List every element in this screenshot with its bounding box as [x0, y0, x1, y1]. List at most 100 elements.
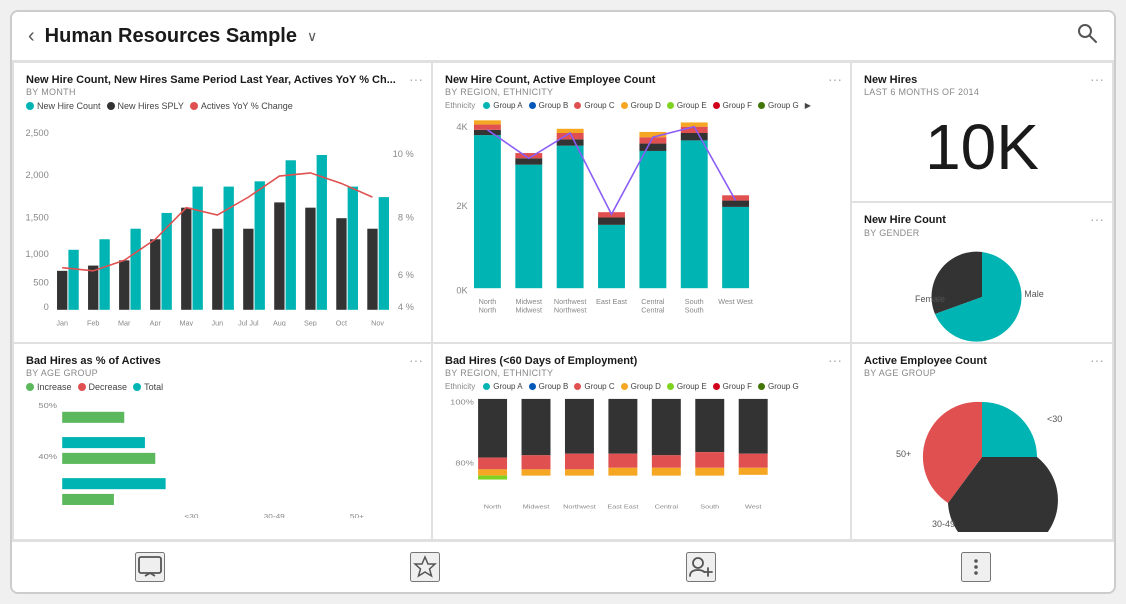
svg-text:East East: East East: [596, 297, 627, 306]
card6-subtitle: BY AGE GROUP: [864, 368, 1100, 378]
svg-text:Oct: Oct: [336, 319, 347, 326]
title-chevron-icon[interactable]: ∨: [307, 28, 317, 45]
legend-groupG: Group G: [758, 101, 799, 110]
legend-dot: [667, 383, 674, 390]
card2-menu[interactable]: ···: [828, 71, 842, 87]
svg-text:Northwest: Northwest: [563, 504, 596, 510]
legend-decrease: Decrease: [78, 382, 128, 392]
svg-text:50+: 50+: [350, 512, 364, 518]
card1-title: New Hire Count, New Hires Same Period La…: [26, 73, 419, 87]
svg-text:<30: <30: [184, 512, 198, 518]
more-button[interactable]: [961, 552, 991, 582]
legend-dot: [621, 102, 628, 109]
svg-text:Mar: Mar: [118, 319, 131, 326]
add-person-icon: [688, 554, 714, 580]
device-frame: ‹ Human Resources Sample ∨ New Hire Coun…: [10, 10, 1116, 594]
search-button[interactable]: [1076, 22, 1098, 50]
card-active-employee: Active Employee Count BY AGE GROUP ··· <…: [852, 344, 1112, 539]
legend-groupD: Group D: [621, 101, 661, 110]
card6-title: Active Employee Count: [864, 354, 1100, 368]
comment-button[interactable]: [135, 552, 165, 582]
legend-groupB: Group B: [529, 101, 569, 110]
legend-item-new-hire-count: New Hire Count: [26, 101, 101, 111]
svg-text:4K: 4K: [456, 121, 468, 132]
svg-text:North: North: [479, 306, 497, 315]
card2-chart: 4K 2K 0K: [445, 114, 838, 315]
card3-title: New Hires: [864, 73, 1100, 87]
legend-groupE: Group E: [667, 101, 707, 110]
legend-dot: [133, 383, 141, 391]
svg-text:6 %: 6 %: [398, 269, 414, 280]
card4-title: Bad Hires as % of Actives: [26, 354, 419, 368]
legend-increase: Increase: [26, 382, 72, 392]
card-gender: New Hire Count BY GENDER ··· Female Male: [852, 203, 1112, 341]
legend-c5-groupD: Group D: [621, 382, 661, 391]
star-button[interactable]: [410, 552, 440, 582]
svg-text:1,000: 1,000: [26, 248, 49, 259]
svg-text:100%: 100%: [450, 398, 475, 406]
header-left: ‹ Human Resources Sample ∨: [28, 25, 317, 48]
legend-dot: [713, 102, 720, 109]
svg-text:Midwest: Midwest: [523, 504, 550, 510]
legend-groupA: Group A: [483, 101, 522, 110]
svg-text:30-49: 30-49: [932, 519, 955, 529]
card-bad-hires-pct: Bad Hires as % of Actives BY AGE GROUP ·…: [14, 344, 431, 539]
card-new-hire-count: New Hire Count, New Hires Same Period La…: [14, 63, 431, 342]
legend-dot: [483, 102, 490, 109]
card2-legend: Ethnicity Group A Group B Group C Group …: [445, 101, 838, 110]
card-gender-title: New Hire Count: [864, 213, 1100, 227]
bottom-bar: [12, 541, 1114, 592]
svg-text:North: North: [484, 504, 502, 510]
add-person-button[interactable]: [686, 552, 716, 582]
legend-item-actives-yoy: Actives YoY % Change: [190, 101, 293, 111]
legend-dot: [758, 383, 765, 390]
legend-dot: [190, 102, 198, 110]
back-button[interactable]: ‹: [28, 25, 35, 48]
legend-dot: [483, 383, 490, 390]
svg-text:Central: Central: [641, 306, 665, 315]
svg-text:Jun: Jun: [211, 319, 223, 326]
legend-dot: [758, 102, 765, 109]
card4-chart: 50% 40% <30 30-49 50+: [26, 396, 419, 518]
legend-c5-groupF: Group F: [713, 382, 752, 391]
svg-text:40%: 40%: [38, 453, 57, 461]
svg-text:2K: 2K: [456, 200, 468, 211]
legend-dot: [26, 102, 34, 110]
card5-title: Bad Hires (<60 Days of Employment): [445, 354, 838, 368]
card6-menu[interactable]: ···: [1090, 352, 1104, 368]
svg-text:80%: 80%: [455, 459, 474, 467]
card1-menu[interactable]: ···: [409, 71, 423, 87]
legend-dot: [529, 383, 536, 390]
card5-chart: 100% 80%: [445, 395, 838, 512]
svg-text:<30: <30: [1047, 414, 1062, 424]
svg-text:2,000: 2,000: [26, 169, 49, 180]
svg-text:Midwest: Midwest: [516, 306, 542, 315]
svg-text:Nov: Nov: [371, 319, 384, 326]
legend-dot: [26, 383, 34, 391]
svg-text:30-49: 30-49: [264, 512, 285, 518]
legend-groupC: Group C: [574, 101, 614, 110]
dashboard: New Hire Count, New Hires Same Period La…: [12, 61, 1114, 541]
search-icon: [1076, 22, 1098, 44]
card5-menu[interactable]: ···: [828, 352, 842, 368]
legend-total: Total: [133, 382, 163, 392]
card-gender-menu[interactable]: ···: [1090, 211, 1104, 227]
legend-item-sply: New Hires SPLY: [107, 101, 184, 111]
card5-legend: Ethnicity Group A Group B Group C Group …: [445, 382, 838, 391]
card4-menu[interactable]: ···: [409, 352, 423, 368]
card2-title: New Hire Count, Active Employee Count: [445, 73, 838, 87]
card3-subtitle: LAST 6 MONTHS OF 2014: [864, 87, 1100, 97]
svg-text:May: May: [179, 319, 193, 326]
svg-text:10 %: 10 %: [393, 148, 414, 159]
legend-dot: [713, 383, 720, 390]
legend-c5-groupC: Group C: [574, 382, 614, 391]
svg-text:Aug: Aug: [273, 319, 286, 326]
card3-menu[interactable]: ···: [1090, 71, 1104, 87]
svg-text:Northwest: Northwest: [554, 306, 587, 315]
svg-text:Apr: Apr: [150, 319, 162, 326]
star-icon: [412, 554, 438, 580]
svg-text:8 %: 8 %: [398, 212, 414, 223]
legend-c5-groupG: Group G: [758, 382, 799, 391]
card1-subtitle: BY MONTH: [26, 87, 419, 97]
svg-text:West: West: [745, 504, 762, 510]
